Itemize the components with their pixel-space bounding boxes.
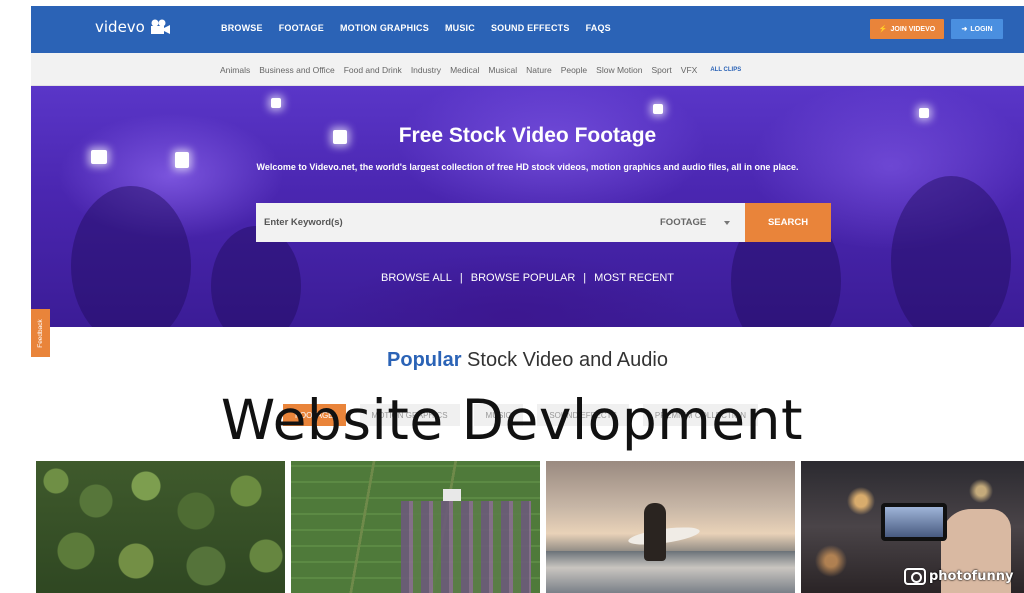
login-label: LOGIN xyxy=(970,25,993,33)
search-type-select[interactable]: FOOTAGE xyxy=(656,203,744,242)
nav-sound-effects[interactable]: SOUND EFFECTS xyxy=(491,23,570,33)
link-separator: | xyxy=(583,272,587,284)
all-clips-link[interactable]: ALL CLIPS xyxy=(710,67,741,73)
thumbnail-surfer-sunset[interactable] xyxy=(546,461,795,593)
nav-faqs[interactable]: FAQS xyxy=(586,23,611,33)
camera-icon xyxy=(149,19,171,35)
search-button[interactable]: SEARCH xyxy=(745,203,831,242)
search-type-value: FOOTAGE xyxy=(660,217,707,228)
category-business-office[interactable]: Business and Office xyxy=(259,65,334,75)
category-nature[interactable]: Nature xyxy=(526,65,552,75)
camera-icon xyxy=(904,568,926,585)
stage-light xyxy=(653,104,663,114)
join-label: JOIN VIDEVO xyxy=(890,25,936,33)
farm-hut xyxy=(443,489,461,501)
sea-waves xyxy=(546,551,795,593)
chevron-down-icon xyxy=(724,220,731,225)
stage-light xyxy=(919,108,929,118)
join-button[interactable]: ⚡ JOIN VIDEVO xyxy=(870,19,944,39)
most-recent-link[interactable]: MOST RECENT xyxy=(594,272,674,284)
main-nav: BROWSE FOOTAGE MOTION GRAPHICS MUSIC SOU… xyxy=(221,23,611,33)
login-button[interactable]: ➜ LOGIN xyxy=(951,19,1003,39)
thumbnail-farmland-aerial[interactable] xyxy=(291,461,540,593)
category-links: Animals Business and Office Food and Dri… xyxy=(220,65,741,75)
watermark: photofunny xyxy=(904,568,1014,585)
popular-heading-strong: Popular xyxy=(387,349,462,371)
lightning-icon: ⚡ xyxy=(878,26,888,33)
hero-banner: Free Stock Video Footage Welcome to Vide… xyxy=(31,86,1024,327)
category-musical[interactable]: Musical xyxy=(488,65,517,75)
category-people[interactable]: People xyxy=(561,65,587,75)
hero-quick-links: BROWSE ALL | BROWSE POPULAR | MOST RECEN… xyxy=(31,272,1024,284)
feedback-tab[interactable]: Feedback xyxy=(31,309,50,357)
watermark-text: photofunny xyxy=(929,569,1014,584)
popular-heading: Popular Stock Video and Audio xyxy=(31,349,1024,372)
nav-motion-graphics[interactable]: MOTION GRAPHICS xyxy=(340,23,429,33)
crowd-silhouette xyxy=(891,176,1011,327)
phone-screen xyxy=(885,507,943,537)
crowd-silhouette xyxy=(71,186,191,327)
category-vfx[interactable]: VFX xyxy=(681,65,698,75)
overlay-caption: Website Devlopment xyxy=(220,388,804,452)
category-bar: Animals Business and Office Food and Dri… xyxy=(31,53,1024,86)
category-industry[interactable]: Industry xyxy=(411,65,441,75)
category-medical[interactable]: Medical xyxy=(450,65,479,75)
category-animals[interactable]: Animals xyxy=(220,65,250,75)
thumbnail-forest-aerial[interactable] xyxy=(36,461,285,593)
logo[interactable]: videvo xyxy=(95,18,171,36)
category-sport[interactable]: Sport xyxy=(651,65,671,75)
feedback-label: Feedback xyxy=(37,318,45,348)
smartphone xyxy=(881,503,947,541)
surfer-silhouette xyxy=(644,503,666,561)
category-slow-motion[interactable]: Slow Motion xyxy=(596,65,642,75)
top-navbar: videvo BROWSE FOOTAGE MOTION GRAPHICS MU… xyxy=(31,6,1024,53)
hero-subtitle: Welcome to Videvo.net, the world's large… xyxy=(256,162,799,172)
nav-footage[interactable]: FOOTAGE xyxy=(279,23,324,33)
video-thumbnail-grid xyxy=(36,461,1024,593)
crop-field xyxy=(401,501,531,593)
popular-heading-rest: Stock Video and Audio xyxy=(467,349,668,371)
category-food-drink[interactable]: Food and Drink xyxy=(344,65,402,75)
hero-title: Free Stock Video Footage xyxy=(398,124,657,147)
login-icon: ➜ xyxy=(961,26,968,33)
nav-music[interactable]: MUSIC xyxy=(445,23,475,33)
keyword-search-input[interactable] xyxy=(256,203,646,242)
link-separator: | xyxy=(459,272,463,284)
search-bar: FOOTAGE SEARCH xyxy=(256,203,831,242)
stage-light xyxy=(271,98,281,108)
browse-popular-link[interactable]: BROWSE POPULAR xyxy=(471,272,576,284)
logo-text: videvo xyxy=(95,18,145,36)
browse-all-link[interactable]: BROWSE ALL xyxy=(381,272,452,284)
nav-browse[interactable]: BROWSE xyxy=(221,23,263,33)
